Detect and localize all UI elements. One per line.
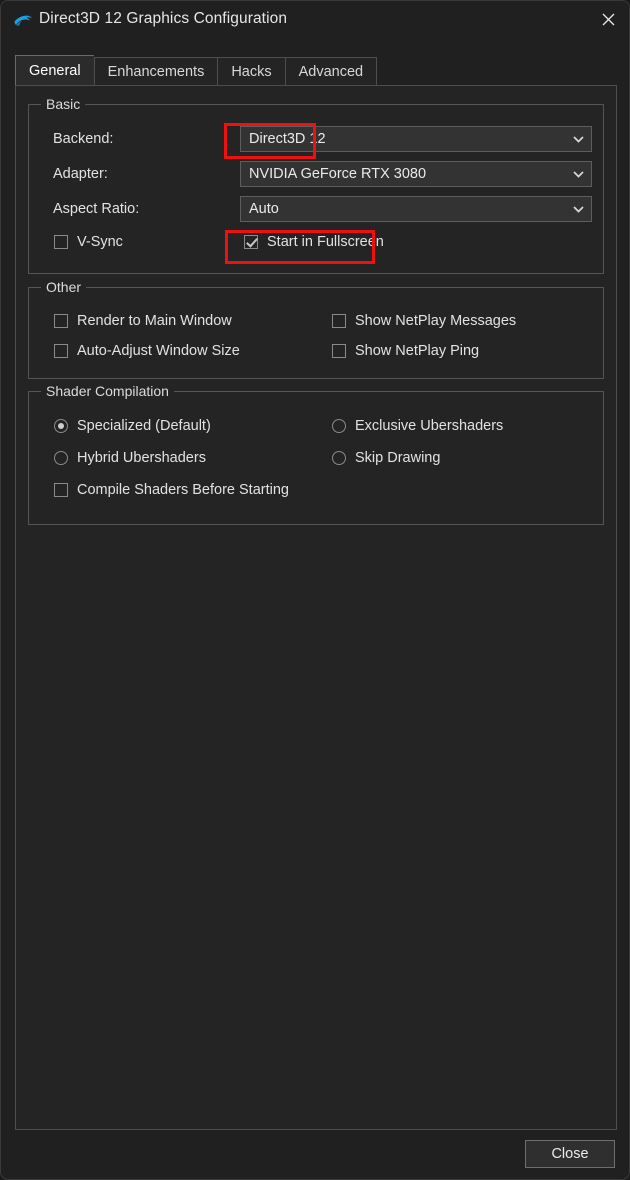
vsync-label: V-Sync bbox=[77, 234, 123, 250]
radio-specialized-default-label: Specialized (Default) bbox=[77, 418, 211, 434]
shader-compilation-group-title: Shader Compilation bbox=[41, 383, 174, 399]
auto-adjust-window-size-label: Auto-Adjust Window Size bbox=[77, 343, 240, 359]
radio-exclusive-ubershaders-label: Exclusive Ubershaders bbox=[355, 418, 503, 434]
checkbox-box-icon bbox=[332, 344, 346, 358]
start-in-fullscreen-checkbox[interactable]: Start in Fullscreen bbox=[244, 234, 384, 250]
radio-exclusive-ubershaders[interactable]: Exclusive Ubershaders bbox=[332, 418, 503, 434]
adapter-combo[interactable]: NVIDIA GeForce RTX 3080 bbox=[240, 161, 592, 187]
compile-shaders-before-starting-label: Compile Shaders Before Starting bbox=[77, 482, 289, 498]
aspect-ratio-combo-value: Auto bbox=[241, 201, 565, 217]
render-to-main-window-label: Render to Main Window bbox=[77, 313, 232, 329]
radio-skip-drawing[interactable]: Skip Drawing bbox=[332, 450, 440, 466]
close-button[interactable]: Close bbox=[525, 1140, 615, 1168]
tab-hacks-label: Hacks bbox=[231, 64, 271, 80]
tab-enhancements[interactable]: Enhancements bbox=[94, 57, 218, 85]
checkbox-box-icon bbox=[332, 314, 346, 328]
backend-combo[interactable]: Direct3D 12 bbox=[240, 126, 592, 152]
show-netplay-messages-checkbox[interactable]: Show NetPlay Messages bbox=[332, 313, 516, 329]
tab-hacks[interactable]: Hacks bbox=[217, 57, 284, 85]
tab-advanced[interactable]: Advanced bbox=[285, 57, 378, 85]
tab-enhancements-label: Enhancements bbox=[108, 64, 205, 80]
close-icon[interactable] bbox=[585, 1, 630, 37]
compile-shaders-before-starting-checkbox[interactable]: Compile Shaders Before Starting bbox=[54, 482, 289, 498]
radio-empty-icon bbox=[332, 419, 346, 433]
checkbox-checked-icon bbox=[244, 235, 258, 249]
adapter-label: Adapter: bbox=[53, 166, 108, 182]
basic-group: Basic Backend: Direct3D 12 Adapter: NVID… bbox=[28, 104, 604, 274]
graphics-configuration-window: Direct3D 12 Graphics Configuration Gener… bbox=[0, 0, 630, 1180]
checkbox-box-icon bbox=[54, 314, 68, 328]
general-tab-panel: Basic Backend: Direct3D 12 Adapter: NVID… bbox=[15, 85, 617, 1130]
chevron-down-icon bbox=[565, 171, 591, 178]
checkbox-box-icon bbox=[54, 344, 68, 358]
chevron-down-icon bbox=[565, 136, 591, 143]
auto-adjust-window-size-checkbox[interactable]: Auto-Adjust Window Size bbox=[54, 343, 240, 359]
tab-advanced-label: Advanced bbox=[299, 64, 364, 80]
tab-strip: General Enhancements Hacks Advanced bbox=[15, 56, 377, 85]
radio-selected-icon bbox=[54, 419, 68, 433]
radio-empty-icon bbox=[54, 451, 68, 465]
radio-skip-drawing-label: Skip Drawing bbox=[355, 450, 440, 466]
vsync-checkbox[interactable]: V-Sync bbox=[54, 234, 123, 250]
backend-label: Backend: bbox=[53, 131, 113, 147]
shader-compilation-group: Shader Compilation Specialized (Default)… bbox=[28, 391, 604, 525]
aspect-ratio-label: Aspect Ratio: bbox=[53, 201, 139, 217]
radio-specialized-default[interactable]: Specialized (Default) bbox=[54, 418, 211, 434]
radio-empty-icon bbox=[332, 451, 346, 465]
adapter-combo-value: NVIDIA GeForce RTX 3080 bbox=[241, 166, 565, 182]
other-group-title: Other bbox=[41, 279, 86, 295]
dolphin-logo-icon bbox=[13, 12, 33, 30]
basic-group-title: Basic bbox=[41, 96, 85, 112]
render-to-main-window-checkbox[interactable]: Render to Main Window bbox=[54, 313, 232, 329]
other-group: Other Render to Main Window Auto-Adjust … bbox=[28, 287, 604, 379]
show-netplay-ping-checkbox[interactable]: Show NetPlay Ping bbox=[332, 343, 479, 359]
tab-general-label: General bbox=[29, 63, 81, 79]
radio-hybrid-ubershaders[interactable]: Hybrid Ubershaders bbox=[54, 450, 206, 466]
checkbox-box-icon bbox=[54, 483, 68, 497]
window-title: Direct3D 12 Graphics Configuration bbox=[39, 10, 287, 28]
start-in-fullscreen-label: Start in Fullscreen bbox=[267, 234, 384, 250]
aspect-ratio-combo[interactable]: Auto bbox=[240, 196, 592, 222]
radio-hybrid-ubershaders-label: Hybrid Ubershaders bbox=[77, 450, 206, 466]
title-bar: Direct3D 12 Graphics Configuration bbox=[1, 1, 630, 41]
show-netplay-messages-label: Show NetPlay Messages bbox=[355, 313, 516, 329]
tab-general[interactable]: General bbox=[15, 55, 94, 85]
show-netplay-ping-label: Show NetPlay Ping bbox=[355, 343, 479, 359]
chevron-down-icon bbox=[565, 206, 591, 213]
backend-combo-value: Direct3D 12 bbox=[241, 131, 565, 147]
checkbox-box-icon bbox=[54, 235, 68, 249]
